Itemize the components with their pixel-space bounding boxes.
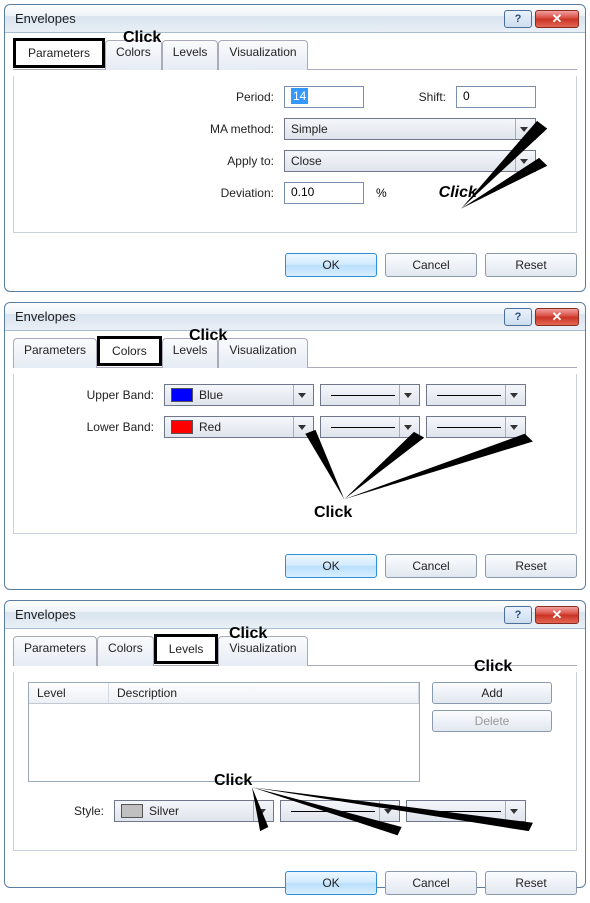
line-width-icon <box>437 395 501 396</box>
cancel-button[interactable]: Cancel <box>385 871 477 895</box>
ok-button[interactable]: OK <box>285 554 377 578</box>
lower-band-label: Lower Band: <box>28 420 158 434</box>
dialog-envelopes-parameters: Envelopes ? ✕ Click Parameters Colors Le… <box>4 4 586 292</box>
levels-list[interactable]: Level Description <box>28 682 420 782</box>
reset-button[interactable]: Reset <box>485 554 577 578</box>
chevron-down-icon <box>379 801 395 821</box>
button-row: OK Cancel Reset <box>5 861 585 903</box>
tab-colors[interactable]: Colors <box>105 40 162 70</box>
levels-panel: Click Level Description Add Delete Style… <box>13 672 577 851</box>
style-linewidth-combo[interactable] <box>406 800 526 822</box>
close-button[interactable]: ✕ <box>535 10 579 28</box>
line-width-icon <box>417 811 501 812</box>
color-swatch-icon <box>121 804 143 818</box>
delete-button[interactable]: Delete <box>432 710 552 732</box>
cancel-button[interactable]: Cancel <box>385 554 477 578</box>
ok-button[interactable]: OK <box>285 253 377 277</box>
apply-to-label: Apply to: <box>28 154 278 168</box>
upper-color-combo[interactable]: Blue <box>164 384 314 406</box>
deviation-label: Deviation: <box>28 186 278 200</box>
ma-method-label: MA method: <box>28 122 278 136</box>
apply-to-combo[interactable]: Close <box>284 150 536 172</box>
colors-panel: Upper Band: Blue Lower Band: <box>13 374 577 534</box>
deviation-input[interactable]: 0.10 <box>284 182 364 204</box>
tab-visualization[interactable]: Visualization <box>218 636 307 666</box>
chevron-down-icon <box>505 801 521 821</box>
upper-band-label: Upper Band: <box>28 388 158 402</box>
lower-linewidth-combo[interactable] <box>426 416 526 438</box>
upper-linestyle-combo[interactable] <box>320 384 420 406</box>
ok-button[interactable]: OK <box>285 871 377 895</box>
tab-parameters[interactable]: Parameters <box>13 636 97 666</box>
shift-input[interactable]: 0 <box>456 86 536 108</box>
color-swatch-icon <box>171 388 193 402</box>
period-label: Period: <box>28 90 278 104</box>
line-style-icon <box>331 427 395 428</box>
shift-label: Shift: <box>370 90 450 104</box>
reset-button[interactable]: Reset <box>485 871 577 895</box>
tab-bar: Parameters Colors Levels Visualization <box>13 39 577 70</box>
line-style-icon <box>291 811 375 812</box>
dialog-envelopes-colors: Envelopes ? ✕ Click Parameters Colors Le… <box>4 302 586 590</box>
chevron-down-icon <box>515 119 531 139</box>
add-button[interactable]: Add <box>432 682 552 704</box>
tab-bar: Parameters Colors Levels Visualization <box>13 635 577 666</box>
tab-colors[interactable]: Colors <box>97 636 154 666</box>
line-style-icon <box>331 395 395 396</box>
lower-linestyle-combo[interactable] <box>320 416 420 438</box>
title-bar: Envelopes ? ✕ <box>5 303 585 331</box>
chevron-down-icon <box>399 417 415 437</box>
tab-parameters[interactable]: Parameters <box>13 338 97 368</box>
help-button[interactable]: ? <box>504 308 532 326</box>
percent-label: % <box>376 186 387 200</box>
col-description: Description <box>109 683 419 703</box>
window-title: Envelopes <box>15 607 504 622</box>
annotation-click-bottom: Click <box>314 504 352 522</box>
tab-bar: Parameters Colors Levels Visualization <box>13 337 577 368</box>
window-title: Envelopes <box>15 11 504 26</box>
window-title: Envelopes <box>15 309 504 324</box>
lower-color-combo[interactable]: Red <box>164 416 314 438</box>
button-row: OK Cancel Reset <box>5 243 585 285</box>
col-level: Level <box>29 683 109 703</box>
chevron-down-icon <box>515 151 531 171</box>
tab-visualization[interactable]: Visualization <box>218 40 307 70</box>
dialog-envelopes-levels: Envelopes ? ✕ Click Parameters Colors Le… <box>4 600 586 888</box>
button-row: OK Cancel Reset <box>5 544 585 586</box>
help-button[interactable]: ? <box>504 10 532 28</box>
reset-button[interactable]: Reset <box>485 253 577 277</box>
chevron-down-icon <box>505 385 521 405</box>
tab-parameters[interactable]: Parameters <box>13 38 105 68</box>
close-button[interactable]: ✕ <box>535 606 579 624</box>
tab-levels[interactable]: Levels <box>154 634 219 664</box>
chevron-down-icon <box>293 385 309 405</box>
annotation-click-right: Click <box>439 184 477 202</box>
chevron-down-icon <box>293 417 309 437</box>
style-color-combo[interactable]: Silver <box>114 800 274 822</box>
tab-colors[interactable]: Colors <box>97 336 162 366</box>
upper-linewidth-combo[interactable] <box>426 384 526 406</box>
tab-levels[interactable]: Levels <box>162 338 219 368</box>
close-button[interactable]: ✕ <box>535 308 579 326</box>
tab-levels[interactable]: Levels <box>162 40 219 70</box>
chevron-down-icon <box>253 801 269 821</box>
chevron-down-icon <box>505 417 521 437</box>
list-header: Level Description <box>29 683 419 704</box>
parameters-panel: Period: 14 Shift: 0 MA method: Simple Ap… <box>13 76 577 233</box>
period-input[interactable]: 14 <box>284 86 364 108</box>
tab-visualization[interactable]: Visualization <box>218 338 307 368</box>
title-bar: Envelopes ? ✕ <box>5 601 585 629</box>
color-swatch-icon <box>171 420 193 434</box>
chevron-down-icon <box>399 385 415 405</box>
title-bar: Envelopes ? ✕ <box>5 5 585 33</box>
help-button[interactable]: ? <box>504 606 532 624</box>
line-width-icon <box>437 427 501 428</box>
ma-method-combo[interactable]: Simple <box>284 118 536 140</box>
cancel-button[interactable]: Cancel <box>385 253 477 277</box>
style-linestyle-combo[interactable] <box>280 800 400 822</box>
style-label: Style: <box>28 804 108 818</box>
